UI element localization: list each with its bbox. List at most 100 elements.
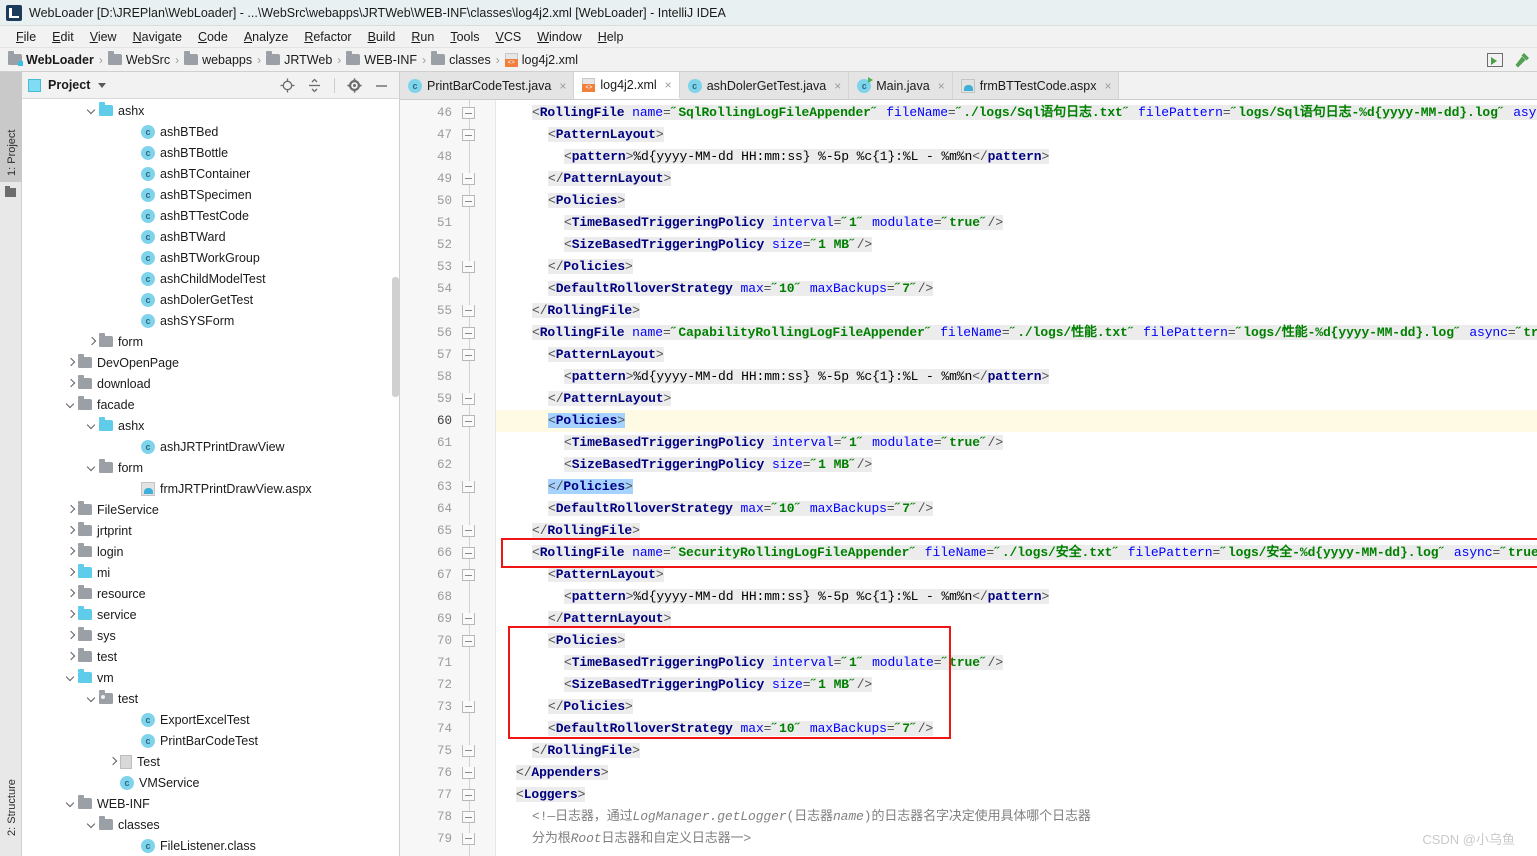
menu-item-run[interactable]: Run: [403, 28, 442, 46]
editor-tab-main-java[interactable]: c Main.java ×: [849, 72, 953, 99]
code-fold-toggle[interactable]: [462, 569, 475, 581]
code-fold-toggle[interactable]: [462, 129, 475, 141]
close-icon[interactable]: ×: [665, 78, 672, 92]
tree-item[interactable]: service: [22, 604, 399, 625]
tree-item[interactable]: facade: [22, 394, 399, 415]
code-line[interactable]: 60 <Policies>: [400, 410, 1537, 432]
code-fold-toggle[interactable]: [462, 789, 475, 801]
chevron-down-icon[interactable]: [64, 671, 77, 684]
chevron-right-icon[interactable]: [85, 335, 98, 348]
close-icon[interactable]: ×: [1104, 79, 1111, 93]
code-line[interactable]: 47 <PatternLayout>: [400, 124, 1537, 146]
tree-item[interactable]: c ashBTSpecimen: [22, 184, 399, 205]
tool-window-button-structure[interactable]: 2: Structure: [6, 779, 18, 836]
tree-item[interactable]: c ashBTWorkGroup: [22, 247, 399, 268]
code-line[interactable]: 59 </PatternLayout>: [400, 388, 1537, 410]
code-editor[interactable]: 46 <RollingFile name=˝SqlRollingLogFileAp…: [400, 100, 1537, 856]
menu-item-build[interactable]: Build: [360, 28, 404, 46]
breadcrumb-item-web-inf[interactable]: WEB-INF: [346, 51, 417, 67]
close-icon[interactable]: ×: [938, 79, 945, 93]
code-fold-toggle[interactable]: [462, 811, 475, 823]
chevron-right-icon[interactable]: [64, 566, 77, 579]
tree-item[interactable]: classes: [22, 814, 399, 835]
tree-item[interactable]: Test: [22, 751, 399, 772]
breadcrumb-item-webloader[interactable]: WebLoader: [8, 51, 94, 67]
tree-item[interactable]: c ashBTContainer: [22, 163, 399, 184]
code-fold-toggle[interactable]: [462, 327, 475, 339]
close-icon[interactable]: ×: [834, 79, 841, 93]
chevron-right-icon[interactable]: [64, 608, 77, 621]
chevron-right-icon[interactable]: [64, 524, 77, 537]
code-fold-toggle[interactable]: [462, 547, 475, 559]
menu-item-edit[interactable]: Edit: [44, 28, 82, 46]
code-line[interactable]: 46 <RollingFile name=˝SqlRollingLogFileAp…: [400, 102, 1537, 124]
code-line[interactable]: 72 <SizeBasedTriggeringPolicy size=˝1 MB˝…: [400, 674, 1537, 696]
menu-item-help[interactable]: Help: [590, 28, 632, 46]
tree-item[interactable]: ashx: [22, 415, 399, 436]
code-lines[interactable]: 46 <RollingFile name=˝SqlRollingLogFileAp…: [400, 100, 1537, 856]
code-fold-toggle[interactable]: [462, 173, 475, 185]
chevron-right-icon[interactable]: [64, 356, 77, 369]
code-fold-toggle[interactable]: [462, 261, 475, 273]
tree-item[interactable]: c VMService: [22, 772, 399, 793]
tree-item[interactable]: download: [22, 373, 399, 394]
code-line[interactable]: 62 <SizeBasedTriggeringPolicy size=˝1 MB˝…: [400, 454, 1537, 476]
chevron-down-icon[interactable]: [64, 398, 77, 411]
code-fold-toggle[interactable]: [462, 767, 475, 779]
code-fold-toggle[interactable]: [462, 415, 475, 427]
chevron-right-icon[interactable]: [64, 377, 77, 390]
code-line[interactable]: 50 <Policies>: [400, 190, 1537, 212]
menu-item-navigate[interactable]: Navigate: [125, 28, 190, 46]
code-fold-toggle[interactable]: [462, 107, 475, 119]
editor-tab-ashdolergettest-java[interactable]: c ashDolerGetTest.java ×: [679, 72, 850, 99]
editor-tab-log4j2-xml[interactable]: log4j2.xml ×: [574, 72, 680, 99]
chevron-right-icon[interactable]: [64, 629, 77, 642]
code-fold-toggle[interactable]: [462, 833, 475, 845]
menu-item-analyze[interactable]: Analyze: [236, 28, 296, 46]
tree-item[interactable]: jrtprint: [22, 520, 399, 541]
editor-tab-frmbttestcode-aspx[interactable]: frmBTTestCode.aspx ×: [952, 72, 1120, 99]
tree-item[interactable]: form: [22, 331, 399, 352]
chevron-down-icon[interactable]: [85, 692, 98, 705]
menu-bar[interactable]: File Edit View Navigate Code Analyze Refactor B…: [0, 26, 1537, 48]
code-line[interactable]: 49 </PatternLayout>: [400, 168, 1537, 190]
editor-tab-bar[interactable]: cPrintBarCodeTest.java×log4j2.xml×cashDo…: [400, 72, 1537, 100]
editor-tab-printbarcodetest-java[interactable]: c PrintBarCodeTest.java ×: [400, 72, 575, 99]
menu-item-code[interactable]: Code: [190, 28, 236, 46]
tree-item[interactable]: sys: [22, 625, 399, 646]
code-fold-toggle[interactable]: [462, 613, 475, 625]
code-line[interactable]: 53 </Policies>: [400, 256, 1537, 278]
tree-item[interactable]: DevOpenPage: [22, 352, 399, 373]
code-fold-toggle[interactable]: [462, 195, 475, 207]
breadcrumb-item-webapps[interactable]: webapps: [184, 51, 252, 67]
tree-item[interactable]: test: [22, 646, 399, 667]
code-line[interactable]: 71 <TimeBasedTriggeringPolicy interval=˝1…: [400, 652, 1537, 674]
menu-item-file[interactable]: File: [8, 28, 44, 46]
code-fold-toggle[interactable]: [462, 701, 475, 713]
code-line[interactable]: 64 <DefaultRolloverStrategy max=˝10˝ maxB…: [400, 498, 1537, 520]
tree-item[interactable]: resource: [22, 583, 399, 604]
code-line[interactable]: 70 <Policies>: [400, 630, 1537, 652]
code-line[interactable]: 68 <pattern>%d{yyyy-MM-dd HH:mm:ss} %-5p …: [400, 586, 1537, 608]
chevron-down-icon[interactable]: [85, 104, 98, 117]
chevron-down-icon[interactable]: [64, 797, 77, 810]
menu-item-view[interactable]: View: [82, 28, 125, 46]
tree-item[interactable]: FileService: [22, 499, 399, 520]
code-line[interactable]: 66 <RollingFile name=˝SecurityRollingLogF…: [400, 542, 1537, 564]
breadcrumb-item-websrc[interactable]: WebSrc: [107, 51, 170, 67]
code-fold-toggle[interactable]: [462, 393, 475, 405]
code-line[interactable]: 63 </Policies>: [400, 476, 1537, 498]
chevron-right-icon[interactable]: [64, 650, 77, 663]
chevron-down-icon[interactable]: [85, 818, 98, 831]
run-configuration-icon[interactable]: [1487, 53, 1503, 67]
code-fold-toggle[interactable]: [462, 745, 475, 757]
code-line[interactable]: 65 </RollingFile>: [400, 520, 1537, 542]
tree-item[interactable]: WEB-INF: [22, 793, 399, 814]
chevron-right-icon[interactable]: [106, 755, 119, 768]
menu-item-refactor[interactable]: Refactor: [296, 28, 359, 46]
tree-item[interactable]: c ashBTBed: [22, 121, 399, 142]
code-line[interactable]: 51 <TimeBasedTriggeringPolicy interval=˝1…: [400, 212, 1537, 234]
tree-item[interactable]: c FileListener.class: [22, 835, 399, 856]
tree-item[interactable]: c ashSYSForm: [22, 310, 399, 331]
chevron-down-icon[interactable]: [85, 419, 98, 432]
